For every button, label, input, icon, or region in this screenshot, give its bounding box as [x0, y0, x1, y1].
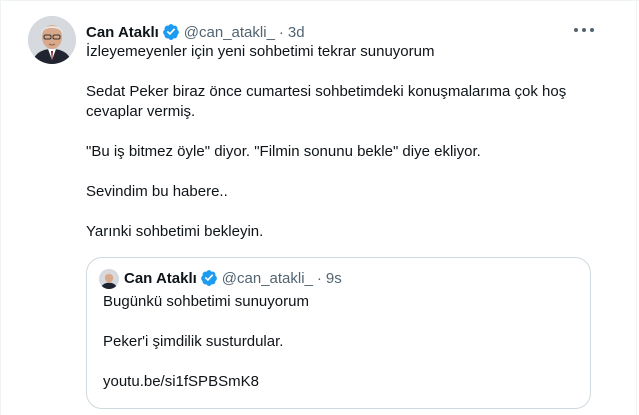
more-options-icon[interactable]	[571, 20, 597, 40]
tweet-line: Sedat Peker biraz önce cumartesi sohbeti…	[86, 83, 567, 120]
quoted-author-name: Can Ataklı	[124, 269, 197, 287]
quoted-author-handle: @can_atakli_	[221, 269, 313, 287]
tweet-card[interactable]: Can Ataklı @can_atakli_ · 3d İzleyemeyen…	[0, 0, 639, 415]
tweet-line: Sevindim bu habere..	[86, 183, 228, 200]
tweet-text: İzleyemeyenler için yeni sohbetimi tekra…	[86, 42, 616, 242]
quoted-timestamp: 9s	[325, 269, 342, 287]
quoted-line: Peker'i şimdilik susturdular.	[103, 333, 284, 350]
quoted-text: Bugünkü sohbetimi sunuyorum Peker'i şimd…	[103, 292, 573, 392]
verified-badge-icon	[162, 23, 180, 41]
separator-dot: ·	[278, 23, 284, 41]
quoted-header: Can Ataklı @can_atakli_ · 9s	[124, 269, 342, 287]
separator-dot: ·	[316, 269, 322, 287]
tweet-timestamp[interactable]: 3d	[288, 24, 305, 41]
quoted-tweet[interactable]: Can Ataklı @can_atakli_ · 9s Bugünkü soh…	[86, 257, 591, 409]
avatar[interactable]	[28, 16, 76, 64]
quoted-link[interactable]: youtu.be/si1fSPBSmK8	[103, 372, 573, 392]
tweet-line: Yarınki sohbetimi bekleyin.	[86, 223, 264, 240]
quoted-line: Bugünkü sohbetimi sunuyorum	[103, 293, 309, 310]
tweet-header: Can Ataklı @can_atakli_ · 3d	[86, 23, 305, 41]
author-handle[interactable]: @can_atakli_	[184, 24, 275, 41]
tweet-line: "Bu iş bitmez öyle" diyor. "Filmin sonun…	[86, 143, 481, 160]
verified-badge-icon	[200, 269, 218, 287]
quoted-avatar	[99, 269, 119, 289]
divider	[1, 0, 639, 1]
author-name[interactable]: Can Ataklı	[86, 24, 159, 41]
tweet-line: İzleyemeyenler için yeni sohbetimi tekra…	[86, 43, 435, 60]
